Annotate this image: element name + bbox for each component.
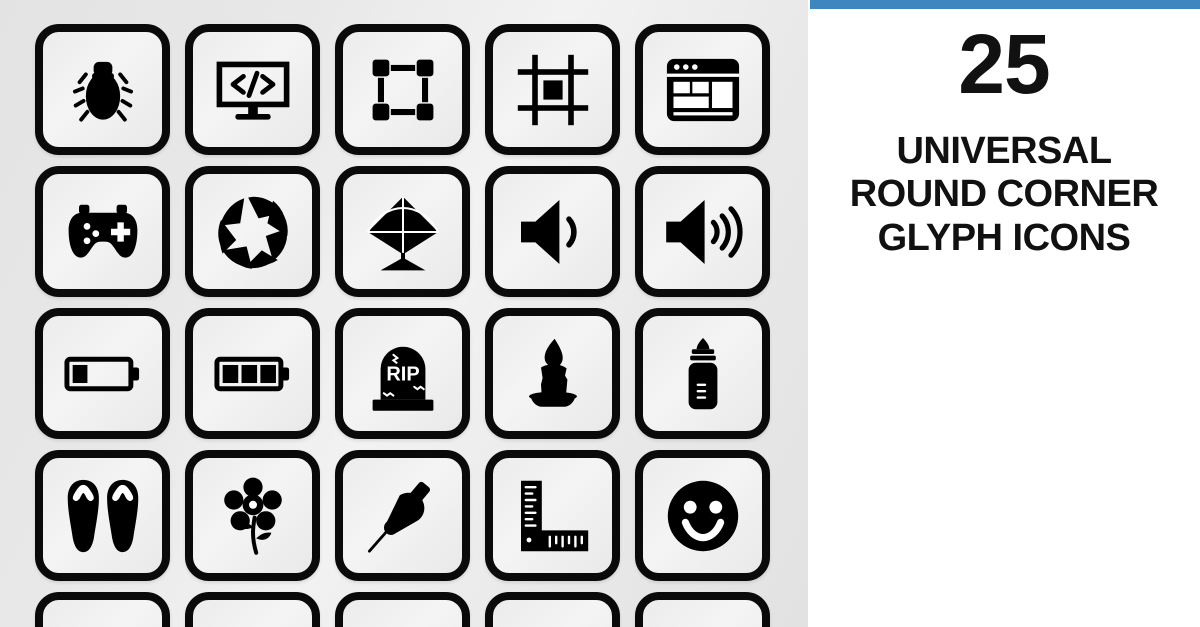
volume-low-icon — [513, 192, 593, 272]
cropped-row-icon-4 — [513, 618, 593, 627]
icon-tile-cropped-5[interactable] — [635, 592, 770, 627]
kite-icon — [363, 192, 443, 272]
title-line-2: ROUND CORNER — [849, 173, 1159, 216]
title-line-3: GLYPH ICONS — [877, 216, 1131, 259]
icon-tile-camera-aperture[interactable] — [185, 166, 320, 297]
icon-tile-baby-bottle[interactable] — [635, 308, 770, 439]
cropped-row-icon-5 — [663, 618, 743, 627]
icon-tile-flip-flops[interactable] — [35, 450, 170, 581]
icon-tile-battery-full[interactable] — [185, 308, 320, 439]
icon-grid: RIP — [35, 24, 770, 627]
icon-set-promo-banner: RIP 25 UNIVERSAL ROUND CORNER GLYPH ICON… — [0, 0, 1200, 627]
battery-full-icon — [212, 333, 294, 415]
icon-tile-bug[interactable] — [35, 24, 170, 155]
icon-tile-candle[interactable] — [485, 308, 620, 439]
icon-tile-flower[interactable] — [185, 450, 320, 581]
candle-icon — [513, 334, 593, 414]
smiley-face-icon — [663, 476, 743, 556]
cropped-row-icon-1 — [63, 618, 143, 627]
icon-tile-smiley[interactable] — [635, 450, 770, 581]
push-pin-icon — [363, 476, 443, 556]
selection-nodes-icon — [365, 52, 441, 128]
flip-flops-icon — [62, 475, 144, 557]
icon-tile-cropped-3[interactable] — [335, 592, 470, 627]
icon-grid-panel: RIP — [0, 0, 808, 627]
icon-tile-cropped-2[interactable] — [185, 592, 320, 627]
cropped-row-icon-3 — [363, 618, 443, 627]
icon-tile-push-pin[interactable] — [335, 450, 470, 581]
top-accent-bar — [810, 0, 1200, 9]
baby-bottle-icon — [663, 334, 743, 414]
icon-tile-cropped-1[interactable] — [35, 592, 170, 627]
icon-tile-volume-low[interactable] — [485, 166, 620, 297]
set-square-ruler-icon — [513, 476, 593, 556]
web-layout-icon — [662, 49, 744, 131]
page-title: UNIVERSAL ROUND CORNER GLYPH ICONS — [808, 130, 1200, 260]
icon-count: 25 — [958, 17, 1050, 111]
icon-tile-cropped-4[interactable] — [485, 592, 620, 627]
icon-tile-gamepad[interactable] — [35, 166, 170, 297]
cropped-row-icon-2 — [213, 618, 293, 627]
icon-tile-web-layout[interactable] — [635, 24, 770, 155]
icon-tile-code-monitor[interactable] — [185, 24, 320, 155]
svg-text:RIP: RIP — [386, 363, 419, 385]
title-line-1: UNIVERSAL — [896, 130, 1112, 172]
icon-tile-set-square-ruler[interactable] — [485, 450, 620, 581]
code-monitor-icon — [213, 50, 293, 130]
icon-tile-kite[interactable] — [335, 166, 470, 297]
gamepad-icon — [63, 192, 143, 272]
icon-tile-tombstone[interactable]: RIP — [335, 308, 470, 439]
camera-aperture-icon — [213, 192, 293, 272]
info-panel: 25 UNIVERSAL ROUND CORNER GLYPH ICONS AI… — [808, 0, 1200, 627]
flower-icon — [213, 476, 293, 556]
icon-tile-selection-nodes[interactable] — [335, 24, 470, 155]
bug-icon — [64, 51, 142, 129]
icon-tile-battery-low[interactable] — [35, 308, 170, 439]
battery-low-icon — [62, 333, 144, 415]
volume-high-icon — [663, 192, 743, 272]
icon-tile-volume-high[interactable] — [635, 166, 770, 297]
crop-marks-icon — [513, 50, 593, 130]
icon-tile-crop-marks[interactable] — [485, 24, 620, 155]
tombstone-rip-icon: RIP — [363, 334, 443, 414]
